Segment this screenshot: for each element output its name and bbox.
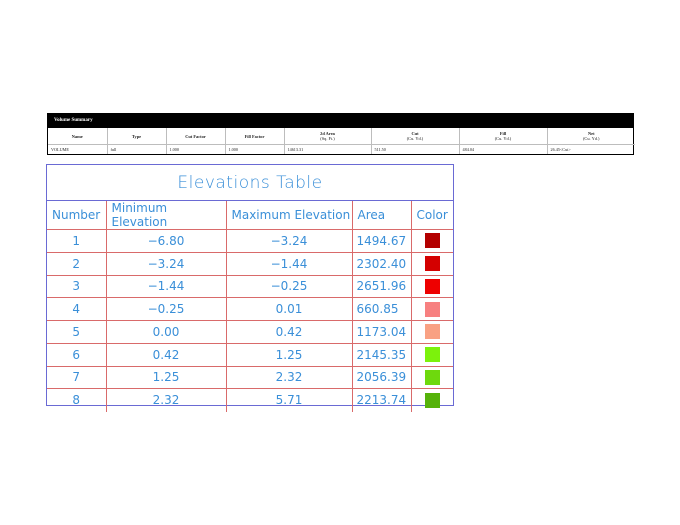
volume-summary-table: Volume Summary Name Type Cut Factor Fill Fa…: [47, 113, 635, 155]
area-value: 2302.40: [352, 252, 412, 276]
color-cell: [411, 389, 453, 412]
color-cell: [411, 297, 453, 321]
elevation-number: 7: [47, 366, 107, 390]
color-swatch: [424, 369, 440, 385]
area-value: 2056.39: [352, 366, 412, 390]
minimum-elevation: 2.32: [106, 388, 227, 412]
area-value: 2651.96: [352, 275, 412, 299]
maximum-elevation: 1.25: [226, 343, 353, 367]
table-row: 2 −3.24 −1.44 2302.40: [47, 252, 453, 276]
maximum-elevation: 0.01: [226, 297, 353, 321]
col-header-unit: (Cu. Yd.): [582, 136, 600, 141]
elevation-number: 8: [47, 388, 107, 412]
elevation-number: 6: [47, 343, 107, 367]
elevations-table: Elevations Table Number Minimum Elevation…: [46, 164, 454, 412]
volume-summary-col-header: Fill (Cu. Yd.): [458, 128, 547, 145]
volume-summary-grid: Name Type Cut Factor Fill Factor 2d Area (Sq.…: [48, 128, 635, 154]
color-cell: [411, 320, 453, 344]
color-swatch: [424, 256, 440, 272]
area-value: 2213.74: [352, 388, 412, 412]
elevations-col-header: Color: [411, 201, 453, 230]
elevation-number: 1: [47, 229, 107, 253]
minimum-elevation: −0.25: [106, 297, 227, 321]
table-row: 8 2.32 5.71 2213.74: [47, 388, 453, 412]
elevations-col-header: Area: [352, 201, 412, 230]
elevations-col-header: Maximum Elevation: [226, 201, 353, 230]
elevation-number: 3: [47, 275, 107, 299]
volume-summary-cell: full: [106, 144, 166, 154]
minimum-elevation: −3.24: [106, 252, 227, 276]
color-cell: [411, 275, 453, 299]
volume-summary-cell: VOLUME: [48, 144, 107, 154]
col-header-unit: (Sq. Ft.): [320, 136, 335, 141]
table-row: 6 0.42 1.25 2145.35: [47, 343, 453, 367]
minimum-elevation: −1.44: [106, 275, 227, 299]
color-swatch: [424, 324, 440, 340]
minimum-elevation: 1.25: [106, 366, 227, 390]
elevations-col-header: Minimum Elevation: [106, 201, 227, 230]
volume-summary-col-header: 2d Area (Sq. Ft.): [283, 128, 371, 145]
table-row: 3 −1.44 −0.25 2651.96: [47, 275, 453, 299]
volume-summary-title: Volume Summary: [48, 114, 633, 128]
maximum-elevation: −1.44: [226, 252, 353, 276]
area-value: 1494.67: [352, 229, 412, 253]
table-row: 1 −6.80 −3.24 1494.67: [47, 229, 453, 253]
volume-summary-col-header: Fill Factor: [224, 128, 284, 145]
volume-summary-col-header: Type: [106, 128, 166, 145]
color-cell: [411, 343, 453, 367]
color-cell: [411, 366, 453, 390]
col-header-unit: (Cu. Yd.): [494, 136, 512, 141]
minimum-elevation: 0.00: [106, 320, 227, 344]
volume-summary-cell: 26.45<Cut>: [546, 144, 635, 154]
maximum-elevation: −3.24: [226, 229, 353, 253]
maximum-elevation: 5.71: [226, 388, 353, 412]
minimum-elevation: 0.42: [106, 343, 227, 367]
col-header-unit: (Cu. Yd.): [406, 136, 424, 141]
color-swatch: [424, 347, 440, 363]
color-swatch: [424, 301, 440, 317]
area-value: 660.85: [352, 297, 412, 321]
elevation-number: 4: [47, 297, 107, 321]
volume-summary-col-header: Net (Cu. Yd.): [546, 128, 635, 145]
color-swatch: [424, 392, 440, 408]
col-header-label: Type: [131, 133, 142, 139]
color-swatch: [424, 233, 440, 249]
elevations-grid: Number Minimum Elevation Maximum Elevation…: [47, 201, 453, 412]
color-cell: [411, 229, 453, 253]
elevations-title: Elevations Table: [47, 165, 453, 201]
table-row: 5 0.00 0.42 1173.04: [47, 320, 453, 344]
table-row: 7 1.25 2.32 2056.39: [47, 366, 453, 390]
table-row: 4 −0.25 0.01 660.85: [47, 297, 453, 321]
color-cell: [411, 252, 453, 276]
area-value: 1173.04: [352, 320, 412, 344]
volume-summary-cell: 1.000: [165, 144, 225, 154]
col-header-label: Fill Factor: [244, 133, 265, 139]
area-value: 2145.35: [352, 343, 412, 367]
maximum-elevation: 2.32: [226, 366, 353, 390]
maximum-elevation: 0.42: [226, 320, 353, 344]
elevation-number: 5: [47, 320, 107, 344]
volume-summary-cell: 14613.31: [283, 144, 371, 154]
volume-summary-col-header: Cut (Cu. Yd.): [370, 128, 459, 145]
volume-summary-cell: 511.50: [370, 144, 459, 154]
col-header-label: Name: [71, 133, 83, 139]
volume-summary-col-header: Cut Factor: [165, 128, 225, 145]
elevation-number: 2: [47, 252, 107, 276]
elevations-col-header: Number: [47, 201, 107, 230]
minimum-elevation: −6.80: [106, 229, 227, 253]
maximum-elevation: −0.25: [226, 275, 353, 299]
volume-summary-cell: 1.000: [224, 144, 284, 154]
col-header-label: Cut Factor: [185, 133, 206, 139]
volume-summary-cell: 484.04: [458, 144, 547, 154]
volume-summary-col-header: Name: [48, 128, 107, 145]
color-swatch: [424, 278, 440, 294]
